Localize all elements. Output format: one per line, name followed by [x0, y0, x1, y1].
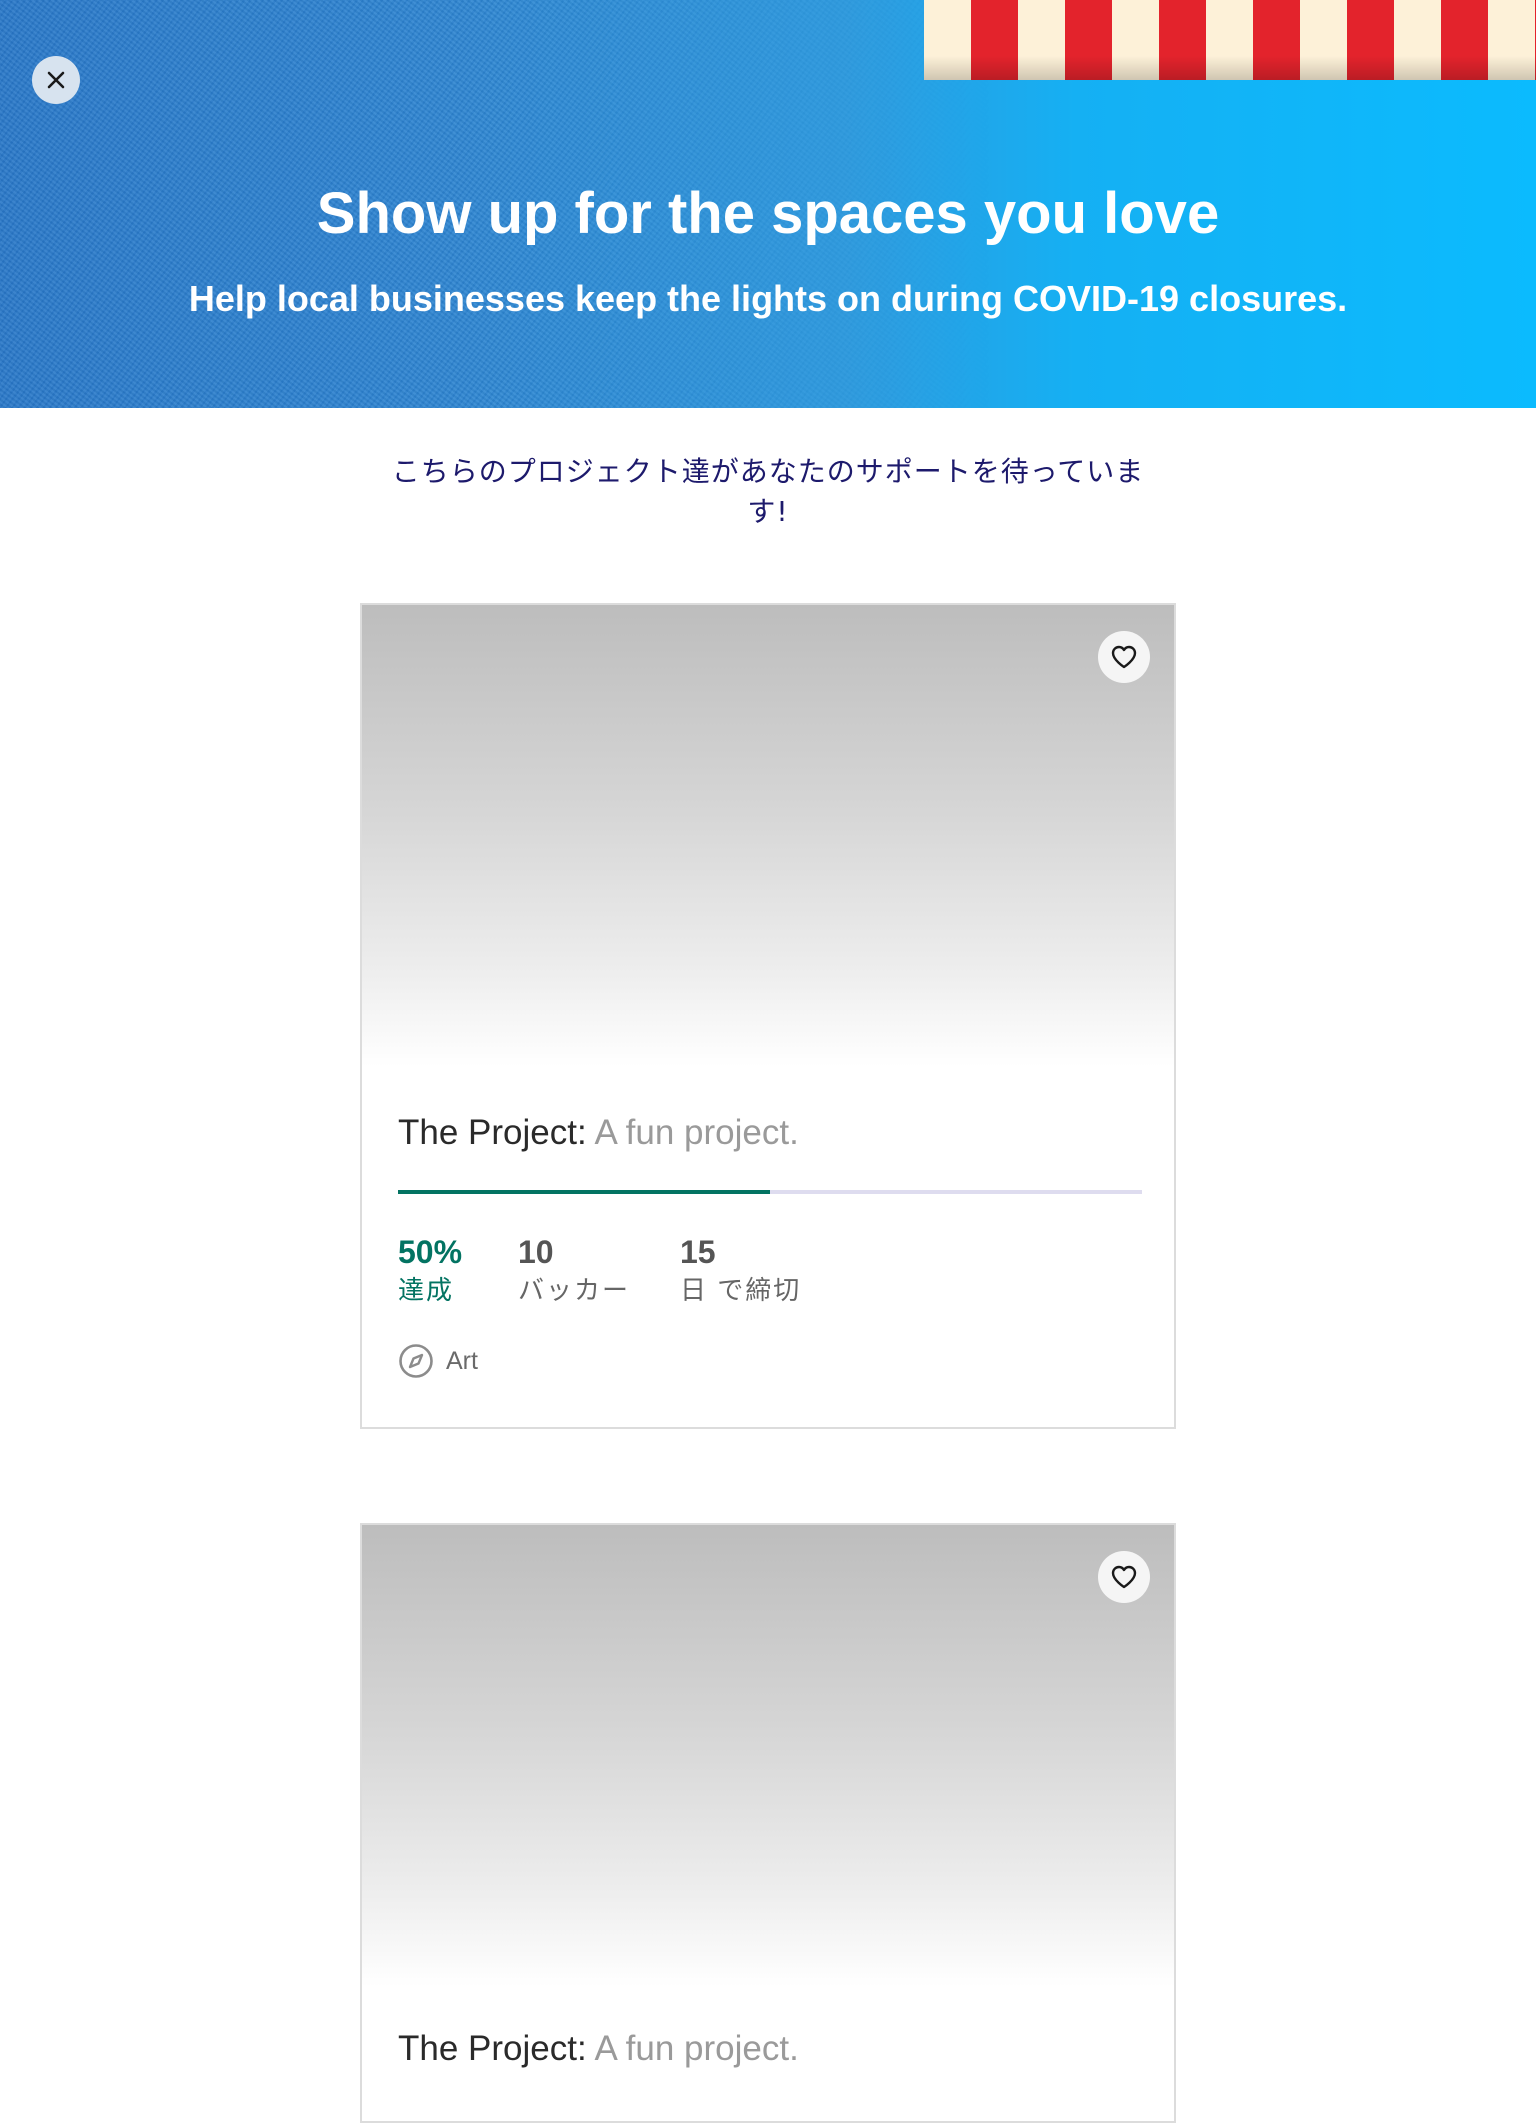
project-blurb: A fun project. [594, 2029, 799, 2068]
stat-backers-label: バッカー [518, 1275, 631, 1305]
stat-days-left: 15 日 で締切 [680, 1233, 801, 1309]
close-icon [47, 71, 65, 89]
category-link[interactable]: Art [398, 1343, 478, 1379]
project-card[interactable]: The Project: A fun project. 50% 達成 10 バッ… [360, 603, 1176, 1429]
project-name: The Project: [398, 1113, 587, 1152]
stat-backers-value: 10 [518, 1234, 554, 1270]
funding-progress-bar [398, 1190, 1142, 1194]
funding-progress-fill [398, 1190, 770, 1194]
intro-text: こちらのプロジェクト達があなたのサポートを待っています! [391, 455, 1145, 528]
project-image[interactable] [362, 1525, 1174, 1987]
stat-backers: 10 バッカー [518, 1233, 630, 1309]
project-card[interactable]: The Project: A fun project. [360, 1523, 1176, 2123]
stat-funded-value: 50% [398, 1234, 463, 1270]
project-name: The Project: [398, 2029, 587, 2068]
project-blurb: A fun project. [594, 1113, 799, 1152]
hero-banner: Show up for the spaces you love Help loc… [0, 0, 1536, 408]
stat-funded: 50% 達成 [398, 1233, 462, 1309]
save-project-button[interactable] [1098, 631, 1150, 683]
category-label: Art [446, 1346, 478, 1375]
heart-icon [1111, 1565, 1137, 1589]
stat-days-value: 15 [680, 1234, 716, 1270]
project-title[interactable]: The Project: A fun project. [398, 2029, 799, 2069]
stat-funded-label: 達成 [398, 1275, 455, 1305]
hero-title: Show up for the spaces you love [316, 181, 1220, 246]
close-button[interactable] [32, 56, 80, 104]
project-image[interactable] [362, 605, 1174, 1067]
heart-icon [1111, 645, 1137, 669]
hero-subtitle: Help local businesses keep the lights on… [188, 278, 1348, 319]
save-project-button[interactable] [1098, 1551, 1150, 1603]
compass-icon [399, 1344, 433, 1378]
awning-graphic [924, 0, 1536, 80]
project-title[interactable]: The Project: A fun project. [398, 1113, 799, 1153]
stat-days-label: 日 で締切 [680, 1275, 802, 1305]
